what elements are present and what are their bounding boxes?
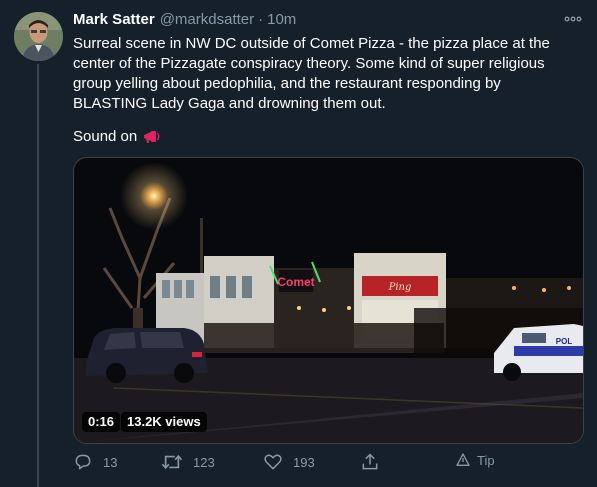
sound-on-text: Sound on bbox=[73, 128, 138, 145]
share-button[interactable] bbox=[360, 452, 390, 472]
reply-button[interactable]: 13 bbox=[73, 452, 117, 472]
video-frame: Ping Comet POL bbox=[74, 158, 583, 443]
avatar-photo bbox=[14, 12, 63, 61]
tweet-timestamp[interactable]: 10m bbox=[267, 11, 296, 28]
reply-count: 13 bbox=[103, 454, 118, 470]
author-name[interactable]: Mark Satter bbox=[73, 11, 155, 28]
tip-icon bbox=[456, 453, 470, 466]
thread-line bbox=[37, 64, 39, 487]
header-separator: · bbox=[258, 11, 264, 28]
share-icon bbox=[362, 453, 378, 470]
more-options-button[interactable] bbox=[564, 10, 582, 28]
video-duration: 0:16 bbox=[82, 412, 121, 432]
video-views: 13.2K views bbox=[121, 412, 207, 432]
tweet-header: Mark Satter @markdsatter · 10m bbox=[73, 11, 296, 31]
ellipsis-icon bbox=[564, 16, 582, 22]
author-handle[interactable]: @markdsatter bbox=[160, 11, 254, 28]
sign-police: POL bbox=[556, 337, 573, 346]
like-count: 193 bbox=[293, 454, 315, 470]
megaphone-icon bbox=[144, 131, 160, 143]
tweet-text: Surreal scene in NW DC outside of Comet … bbox=[73, 35, 550, 112]
tip-label: Tip bbox=[477, 452, 495, 468]
like-button[interactable]: 193 bbox=[263, 452, 315, 472]
retweet-button[interactable]: 123 bbox=[161, 452, 215, 472]
retweet-icon bbox=[161, 454, 183, 470]
heart-icon bbox=[264, 454, 282, 470]
sign-comet: Comet bbox=[277, 275, 314, 289]
reply-icon bbox=[75, 454, 91, 470]
avatar[interactable] bbox=[14, 12, 63, 61]
sign-ping: Ping bbox=[388, 282, 412, 293]
sound-on-line: Sound on bbox=[73, 127, 162, 147]
tip-button[interactable]: Tip bbox=[455, 452, 495, 468]
tweet-actions: 13 123 193 Tip bbox=[73, 452, 583, 474]
retweet-count: 123 bbox=[193, 454, 215, 470]
video-player[interactable]: Ping Comet POL bbox=[73, 157, 584, 444]
